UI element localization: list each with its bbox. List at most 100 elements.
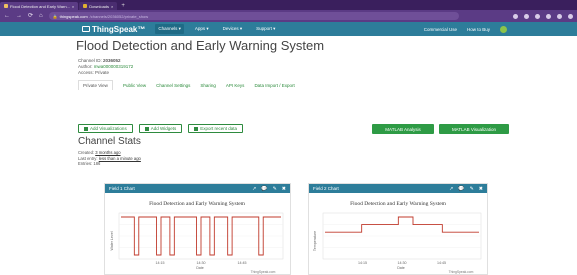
- x-tick-label: 14:15: [358, 261, 367, 265]
- chart-title: Flood Detection and Early Warning System: [350, 201, 447, 207]
- field2-chart-card: Field 2 Chart ↗ 💬 ✎ ✖ Flood Detection an…: [308, 183, 488, 275]
- close-icon[interactable]: ✖: [282, 186, 286, 192]
- user-avatar[interactable]: [500, 25, 507, 33]
- tab-sharing[interactable]: Sharing: [200, 83, 216, 88]
- tab-public-view[interactable]: Public View: [123, 83, 146, 88]
- nav-apps[interactable]: Apps ▾: [192, 24, 212, 34]
- page-title: Flood Detection and Early Warning System: [76, 38, 325, 53]
- nav-devices[interactable]: Devices ▾: [220, 24, 246, 34]
- browser-tab-label: Flood Detection and Early Warn...: [10, 3, 70, 9]
- button-label: Add Visualizations: [90, 126, 127, 131]
- close-icon[interactable]: ×: [111, 4, 113, 9]
- address-bar[interactable]: 🔒 thingspeak.com /channels/2036052/priva…: [48, 12, 459, 20]
- action-buttons: Add Visualizations Add Widgets Export re…: [78, 124, 243, 133]
- matlab-visualization-button[interactable]: MATLAB Visualization: [439, 124, 509, 134]
- y-axis-label: Temperature: [313, 231, 317, 251]
- close-icon[interactable]: ✖: [479, 186, 483, 192]
- forward-arrow-icon[interactable]: →: [16, 13, 22, 19]
- new-tab-button[interactable]: +: [121, 2, 125, 10]
- back-arrow-icon[interactable]: ←: [4, 13, 10, 19]
- nav-how-to-buy[interactable]: How to Buy: [467, 27, 490, 32]
- chart-header-title: Field 1 Chart: [109, 186, 135, 191]
- logo-icon: [82, 26, 90, 32]
- x-axis-label: Date: [196, 266, 204, 270]
- access-text: Access: Private: [78, 70, 110, 75]
- field1-chart-card: Field 1 Chart ↗ 💬 ✎ ✖ Flood Detection an…: [104, 183, 291, 275]
- window-icon[interactable]: [557, 13, 562, 19]
- button-label: Add Widgets: [150, 126, 177, 131]
- channel-stats-title: Channel Stats: [78, 136, 141, 147]
- y-axis-label: Water Level: [110, 231, 114, 250]
- field2-chart: Flood Detection and Early Warning System…: [313, 201, 482, 274]
- open-external-icon[interactable]: ↗: [449, 186, 453, 192]
- channel-id-value: 2036052: [103, 58, 121, 63]
- matlab-analysis-button[interactable]: MATLAB Analysis: [372, 124, 434, 134]
- browser-tab-label: Downloads: [89, 3, 110, 9]
- url-path: /channels/2036052/private_show: [89, 13, 149, 19]
- created-label: Created:: [78, 150, 95, 155]
- extension-icon[interactable]: [524, 13, 529, 19]
- chart-credit[interactable]: ThingSpeak.com: [449, 270, 474, 274]
- chart-tools: ↗ 💬 ✎ ✖: [252, 186, 286, 192]
- browser-tab-bar: Flood Detection and Early Warn... × Down…: [0, 0, 577, 10]
- x-tick-label: 14:30: [398, 261, 407, 265]
- entries-count: Entries: 186: [78, 161, 101, 166]
- edit-icon[interactable]: ✎: [470, 186, 474, 192]
- chart-title: Flood Detection and Early Warning System: [149, 201, 246, 207]
- button-label: Export recent data: [200, 126, 237, 131]
- thingspeak-logo[interactable]: ThingSpeak™: [82, 25, 145, 34]
- x-axis-label: Date: [397, 266, 405, 270]
- browser-tab-active[interactable]: Flood Detection and Early Warn... ×: [0, 2, 79, 10]
- add-widgets-button[interactable]: Add Widgets: [138, 124, 183, 133]
- extensions-area: [513, 13, 573, 19]
- browser-tab-downloads[interactable]: Downloads ×: [79, 2, 118, 10]
- field1-chart-header: Field 1 Chart ↗ 💬 ✎ ✖: [105, 184, 290, 193]
- channel-meta: Channel ID: 2036052 Author: mwa000000319…: [78, 58, 133, 76]
- profile-icon[interactable]: [568, 13, 573, 19]
- nav-support[interactable]: Support ▾: [253, 24, 278, 34]
- comment-icon[interactable]: 💬: [261, 186, 267, 192]
- thingspeak-favicon-icon: [4, 4, 8, 8]
- x-tick-label: 14:30: [197, 261, 206, 265]
- browser-toolbar: ← → ⟳ ⌂ 🔒 thingspeak.com /channels/20360…: [0, 10, 577, 22]
- add-visualizations-button[interactable]: Add Visualizations: [78, 124, 133, 133]
- site-navbar: ThingSpeak™ Channels ▾ Apps ▾ Devices ▾ …: [0, 22, 577, 36]
- puzzle-icon[interactable]: [546, 13, 551, 19]
- field1-chart: Flood Detection and Early Warning System…: [110, 201, 284, 274]
- nav-channels[interactable]: Channels ▾: [155, 24, 184, 34]
- chart-credit[interactable]: ThingSpeak.com: [251, 270, 276, 274]
- x-tick-label: 14:45: [437, 261, 446, 265]
- export-icon: [194, 126, 199, 131]
- reload-icon[interactable]: ⟳: [28, 13, 33, 19]
- plus-icon: [84, 126, 88, 131]
- nav-right: Commercial Use How to Buy: [424, 22, 507, 36]
- last-entry-label: Last entry:: [78, 155, 98, 161]
- download-icon: [83, 4, 88, 8]
- url-domain: thingspeak.com: [59, 13, 88, 19]
- open-external-icon[interactable]: ↗: [252, 186, 256, 192]
- plus-icon: [144, 126, 149, 131]
- export-recent-data-button[interactable]: Export recent data: [188, 124, 243, 133]
- channel-stats: Created: 3 months ago Last entry: less t…: [78, 150, 141, 167]
- logo-text: ThingSpeak™: [92, 24, 146, 34]
- extension-icon[interactable]: [513, 13, 518, 19]
- tab-api-keys[interactable]: API Keys: [226, 83, 245, 88]
- nav-commercial-use[interactable]: Commercial Use: [424, 27, 457, 32]
- tab-private-view[interactable]: Private View: [78, 80, 113, 90]
- tab-channel-settings[interactable]: Channel Settings: [156, 83, 190, 88]
- edit-icon[interactable]: ✎: [273, 186, 277, 192]
- comment-icon[interactable]: 💬: [458, 186, 464, 192]
- channel-id-label: Channel ID:: [78, 58, 102, 63]
- last-entry-value: less than a minute ago: [98, 155, 141, 161]
- star-icon[interactable]: [535, 13, 540, 19]
- tab-data-import-export[interactable]: Data Import / Export: [254, 83, 294, 88]
- x-tick-label: 14:45: [238, 261, 247, 265]
- author-link[interactable]: mwa000000319172: [94, 64, 134, 69]
- field2-chart-header: Field 2 Chart ↗ 💬 ✎ ✖: [309, 184, 487, 193]
- home-icon[interactable]: ⌂: [39, 13, 43, 19]
- lock-icon: 🔒: [52, 13, 58, 19]
- author-label: Author:: [78, 64, 93, 69]
- chart-tools: ↗ 💬 ✎ ✖: [449, 186, 483, 192]
- channel-tabs: Private View Public View Channel Setting…: [78, 80, 295, 90]
- close-icon[interactable]: ×: [72, 4, 74, 9]
